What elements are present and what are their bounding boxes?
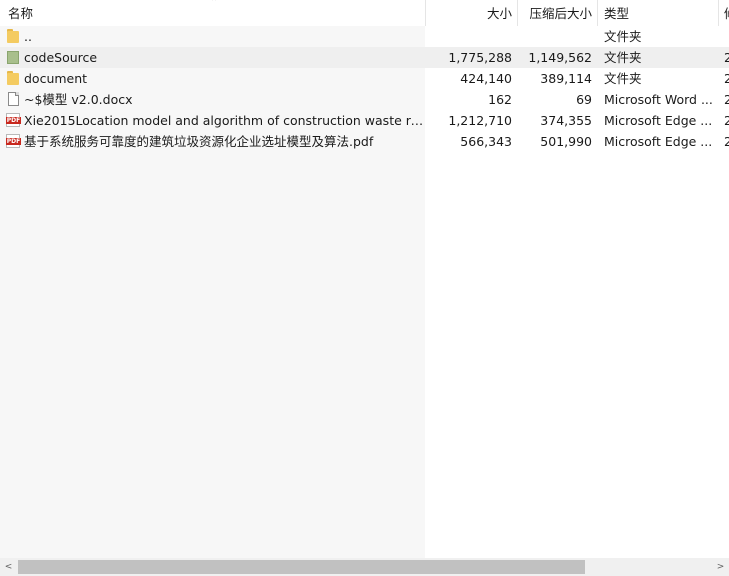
file-size: 162 <box>488 92 512 107</box>
scroll-right-arrow[interactable]: > <box>712 558 729 576</box>
column-divider[interactable] <box>425 0 426 26</box>
column-header-name[interactable]: 名称 <box>8 0 208 26</box>
file-row[interactable]: PDF 基于系统服务可靠度的建筑垃圾资源化企业选址模型及算法.pdf 566,343… <box>0 131 729 152</box>
column-divider[interactable] <box>517 0 518 26</box>
file-type: 文件夹 <box>604 29 642 44</box>
folder-icon <box>5 28 21 44</box>
file-modified: 2 <box>724 134 729 149</box>
file-name: Xie2015Location model and algorithm of c… <box>24 113 424 128</box>
file-packed-size: 69 <box>576 92 592 107</box>
file-packed-size: 501,990 <box>540 134 592 149</box>
file-name: 基于系统服务可靠度的建筑垃圾资源化企业选址模型及算法.pdf <box>24 134 374 149</box>
pdf-icon: PDF <box>5 133 21 149</box>
file-modified: 2 <box>724 92 729 107</box>
file-modified: 2 <box>724 113 729 128</box>
file-name: .. <box>24 29 32 44</box>
file-row[interactable]: ~$模型 v2.0.docx 162 69 Microsoft Word ... 2 <box>0 89 729 110</box>
file-packed-size: 389,114 <box>540 71 592 86</box>
file-row[interactable]: codeSource 1,775,288 1,149,562 文件夹 2 <box>0 47 729 68</box>
scrollbar-thumb[interactable] <box>18 560 585 574</box>
file-name: document <box>24 71 88 86</box>
file-packed-size <box>516 26 592 47</box>
file-modified: 2 <box>724 71 729 86</box>
file-size <box>430 26 512 47</box>
column-divider[interactable] <box>718 0 719 26</box>
file-packed-size: 1,149,562 <box>528 50 592 65</box>
pdf-icon: PDF <box>5 112 21 128</box>
file-name: codeSource <box>24 50 98 65</box>
file-size: 1,212,710 <box>448 113 512 128</box>
document-icon <box>5 91 21 107</box>
file-type: Microsoft Word ... <box>604 92 713 107</box>
file-size: 424,140 <box>460 71 512 86</box>
file-packed-size: 374,355 <box>540 113 592 128</box>
column-header-bar: 名称 ⌃ 大小 压缩后大小 类型 修 <box>0 0 729 26</box>
file-modified: 2 <box>724 50 729 65</box>
column-header-packed-size[interactable]: 压缩后大小 <box>520 0 592 26</box>
file-name: ~$模型 v2.0.docx <box>24 92 133 107</box>
file-size: 566,343 <box>460 134 512 149</box>
column-header-type[interactable]: 类型 <box>604 0 704 26</box>
sort-up-icon: ⌃ <box>209 0 219 8</box>
file-modified <box>724 26 729 47</box>
archive-file-list: 名称 ⌃ 大小 压缩后大小 类型 修 .. 文件夹 codeSource 1,775,… <box>0 0 729 576</box>
folder-icon <box>5 70 21 86</box>
file-row[interactable]: document 424,140 389,114 文件夹 2 <box>0 68 729 89</box>
file-type: 文件夹 <box>604 50 642 65</box>
file-size: 1,775,288 <box>448 50 512 65</box>
scroll-left-arrow[interactable]: < <box>0 558 17 576</box>
column-divider[interactable] <box>597 0 598 26</box>
file-row[interactable]: PDF Xie2015Location model and algorithm o… <box>0 110 729 131</box>
folder-green-icon <box>5 49 21 65</box>
horizontal-scrollbar[interactable]: < > <box>0 558 729 576</box>
column-header-modified[interactable]: 修 <box>724 0 729 26</box>
file-type: Microsoft Edge ... <box>604 113 713 128</box>
file-row[interactable]: .. 文件夹 <box>0 26 729 47</box>
column-header-size[interactable]: 大小 <box>430 0 512 26</box>
file-type: 文件夹 <box>604 71 642 86</box>
file-type: Microsoft Edge ... <box>604 134 713 149</box>
